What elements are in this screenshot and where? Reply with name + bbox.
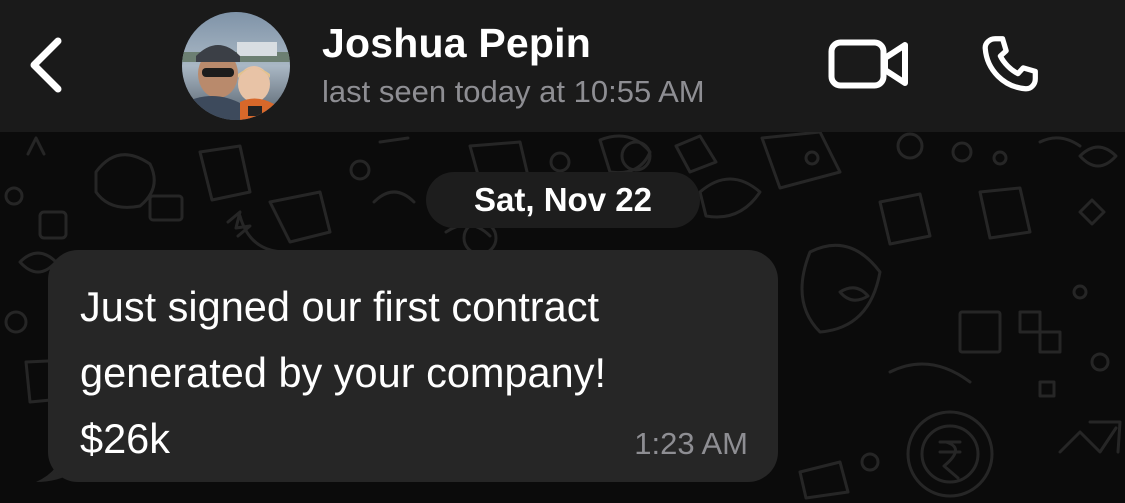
contact-name[interactable]: Joshua Pepin [322,20,591,67]
chevron-left-icon [30,37,62,93]
date-separator: Sat, Nov 22 [426,172,700,228]
contact-avatar[interactable] [182,12,290,120]
voice-call-button[interactable] [974,30,1046,98]
message-bubble-incoming[interactable]: Just signed our first contract generated… [48,250,778,482]
last-seen-status: last seen today at 10:55 AM [322,74,705,109]
avatar-photo [182,12,290,120]
video-call-button[interactable] [826,36,912,92]
back-button[interactable] [18,30,74,100]
chat-screen: Joshua Pepin last seen today at 10:55 AM [0,0,1125,503]
video-camera-icon [828,39,908,89]
chat-header: Joshua Pepin last seen today at 10:55 AM [0,0,1125,132]
phone-icon [982,36,1038,92]
message-timestamp: 1:23 AM [634,426,748,461]
message-list[interactable]: Sat, Nov 22 Just signed our first contra… [0,132,1125,503]
